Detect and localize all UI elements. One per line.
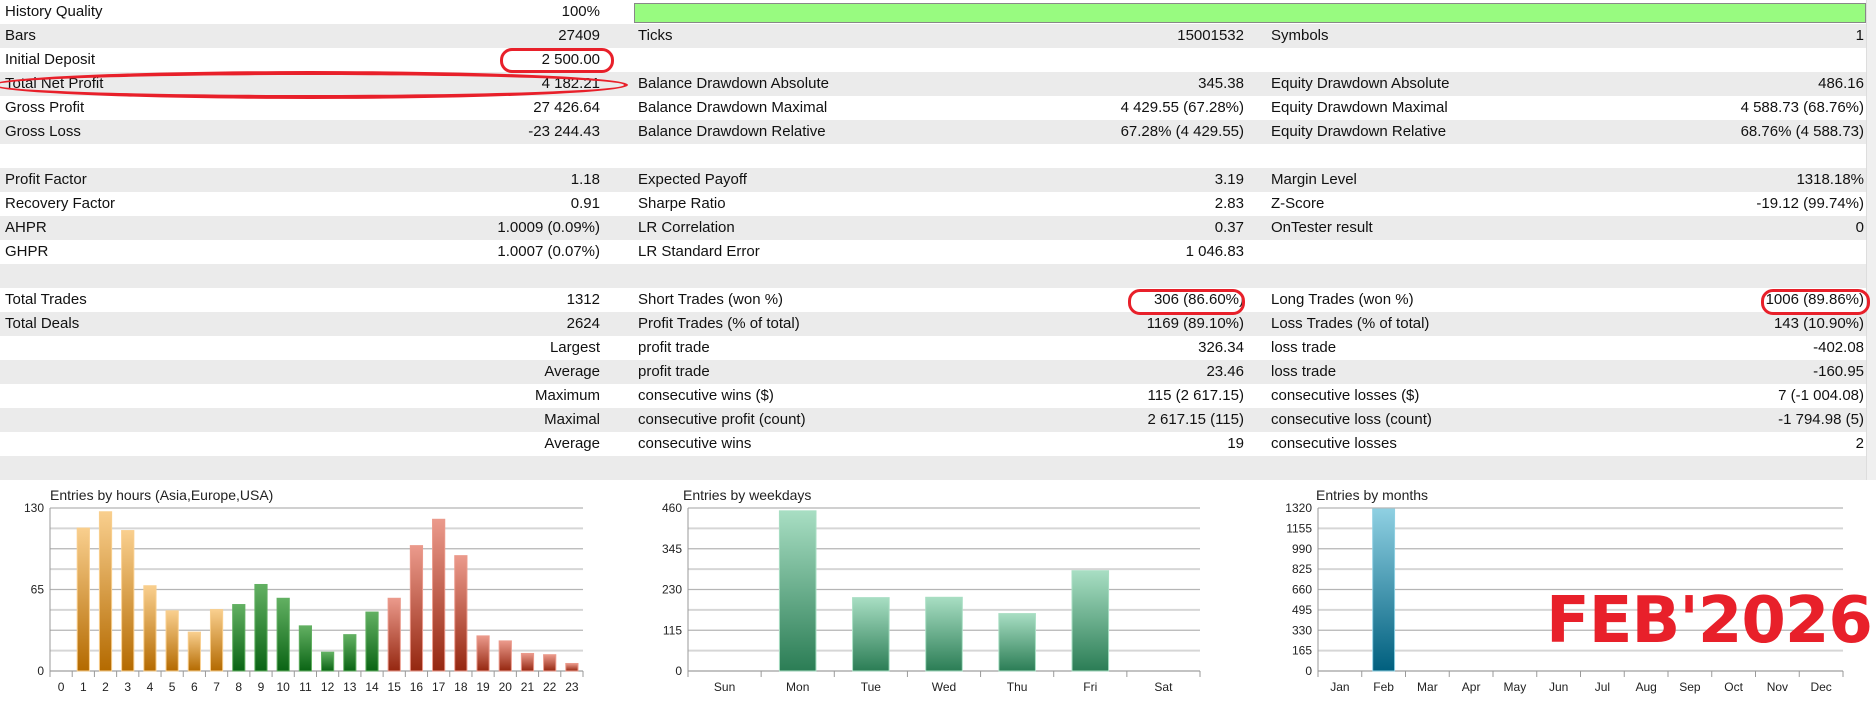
y-tick-label: 495 [1292,603,1312,617]
x-tick-label: Jul [1595,680,1610,694]
bar-Feb [1372,508,1396,672]
x-tick-label: Jun [1549,680,1568,694]
x-tick-label: Fri [1083,680,1097,694]
x-tick-label: 16 [410,680,424,694]
x-tick-label: 0 [58,680,65,694]
x-tick-label: 15 [388,680,402,694]
x-tick-label: 7 [213,680,220,694]
x-tick-label: Wed [932,680,956,694]
bar-11 [298,625,313,672]
x-tick-label: 6 [191,680,198,694]
x-tick-label: Sat [1154,680,1173,694]
x-tick-label: Apr [1462,680,1481,694]
x-tick-label: 12 [321,680,335,694]
bar-Mon [778,510,817,672]
y-tick-label: 1155 [1286,521,1312,535]
y-tick-label: 230 [662,583,682,597]
x-tick-label: Nov [1767,680,1788,694]
y-tick-label: 65 [31,583,45,597]
bar-16 [409,545,424,672]
bar-18 [454,555,468,672]
bar-10 [276,597,290,672]
bar-19 [476,635,490,672]
y-tick-label: 0 [675,664,682,678]
y-tick-label: 990 [1292,542,1312,556]
x-tick-label: 21 [521,680,535,694]
x-tick-label: Aug [1635,680,1656,694]
bar-20 [498,640,512,672]
x-tick-label: Feb [1373,680,1394,694]
y-tick-label: 330 [1292,623,1312,637]
bar-Tue [852,597,890,672]
x-tick-label: 19 [476,680,490,694]
x-tick-label: 4 [147,680,154,694]
bar-8 [232,604,246,672]
bar-1 [76,527,90,672]
x-tick-label: 2 [102,680,109,694]
x-tick-label: 10 [277,680,291,694]
bar-Fri [1071,570,1110,672]
x-tick-label: 14 [365,680,379,694]
y-tick-label: 825 [1292,562,1312,576]
bar-12 [320,651,335,672]
x-tick-label: 9 [258,680,265,694]
x-tick-label: Mar [1417,680,1438,694]
x-tick-label: Mon [786,680,809,694]
bar-6 [187,631,201,672]
bar-Wed [925,596,963,672]
x-tick-label: 8 [235,680,242,694]
x-tick-label: Thu [1007,680,1028,694]
bar-7 [209,609,224,672]
bar-23 [565,662,579,672]
bar-5 [165,610,179,672]
x-tick-label: 23 [565,680,579,694]
x-tick-label: May [1504,680,1527,694]
x-tick-label: Oct [1724,680,1743,694]
bar-Thu [998,613,1036,672]
x-tick-label: Dec [1810,680,1831,694]
y-tick-label: 660 [1292,583,1312,597]
x-tick-label: 11 [299,680,312,694]
y-tick-label: 115 [663,623,682,637]
y-tick-label: 165 [1292,644,1312,658]
x-tick-label: 17 [432,680,446,694]
bar-15 [387,597,401,672]
bar-3 [121,530,135,672]
y-tick-label: 0 [1305,664,1312,678]
bar-17 [432,518,446,672]
bar-13 [343,634,357,672]
y-tick-label: 130 [24,501,44,515]
bar-22 [543,654,557,672]
bar-9 [254,583,268,672]
x-tick-label: 18 [454,680,468,694]
x-tick-label: 22 [543,680,557,694]
x-tick-label: 5 [169,680,176,694]
bar-4 [143,585,157,672]
annotation-stamp: FEB'2026 [1546,584,1873,658]
x-tick-label: 20 [499,680,513,694]
x-tick-label: Sep [1679,680,1701,694]
y-tick-label: 1320 [1285,501,1312,515]
x-tick-label: Jan [1330,680,1349,694]
bar-2 [98,511,113,672]
y-tick-label: 345 [662,542,682,556]
y-tick-label: 460 [662,501,682,515]
y-tick-label: 0 [37,664,44,678]
bar-14 [365,611,379,672]
x-tick-label: Tue [861,680,882,694]
x-tick-label: 1 [80,680,87,694]
x-tick-label: Sun [714,680,735,694]
x-tick-label: 13 [343,680,357,694]
bar-21 [520,652,535,672]
x-tick-label: 3 [124,680,131,694]
